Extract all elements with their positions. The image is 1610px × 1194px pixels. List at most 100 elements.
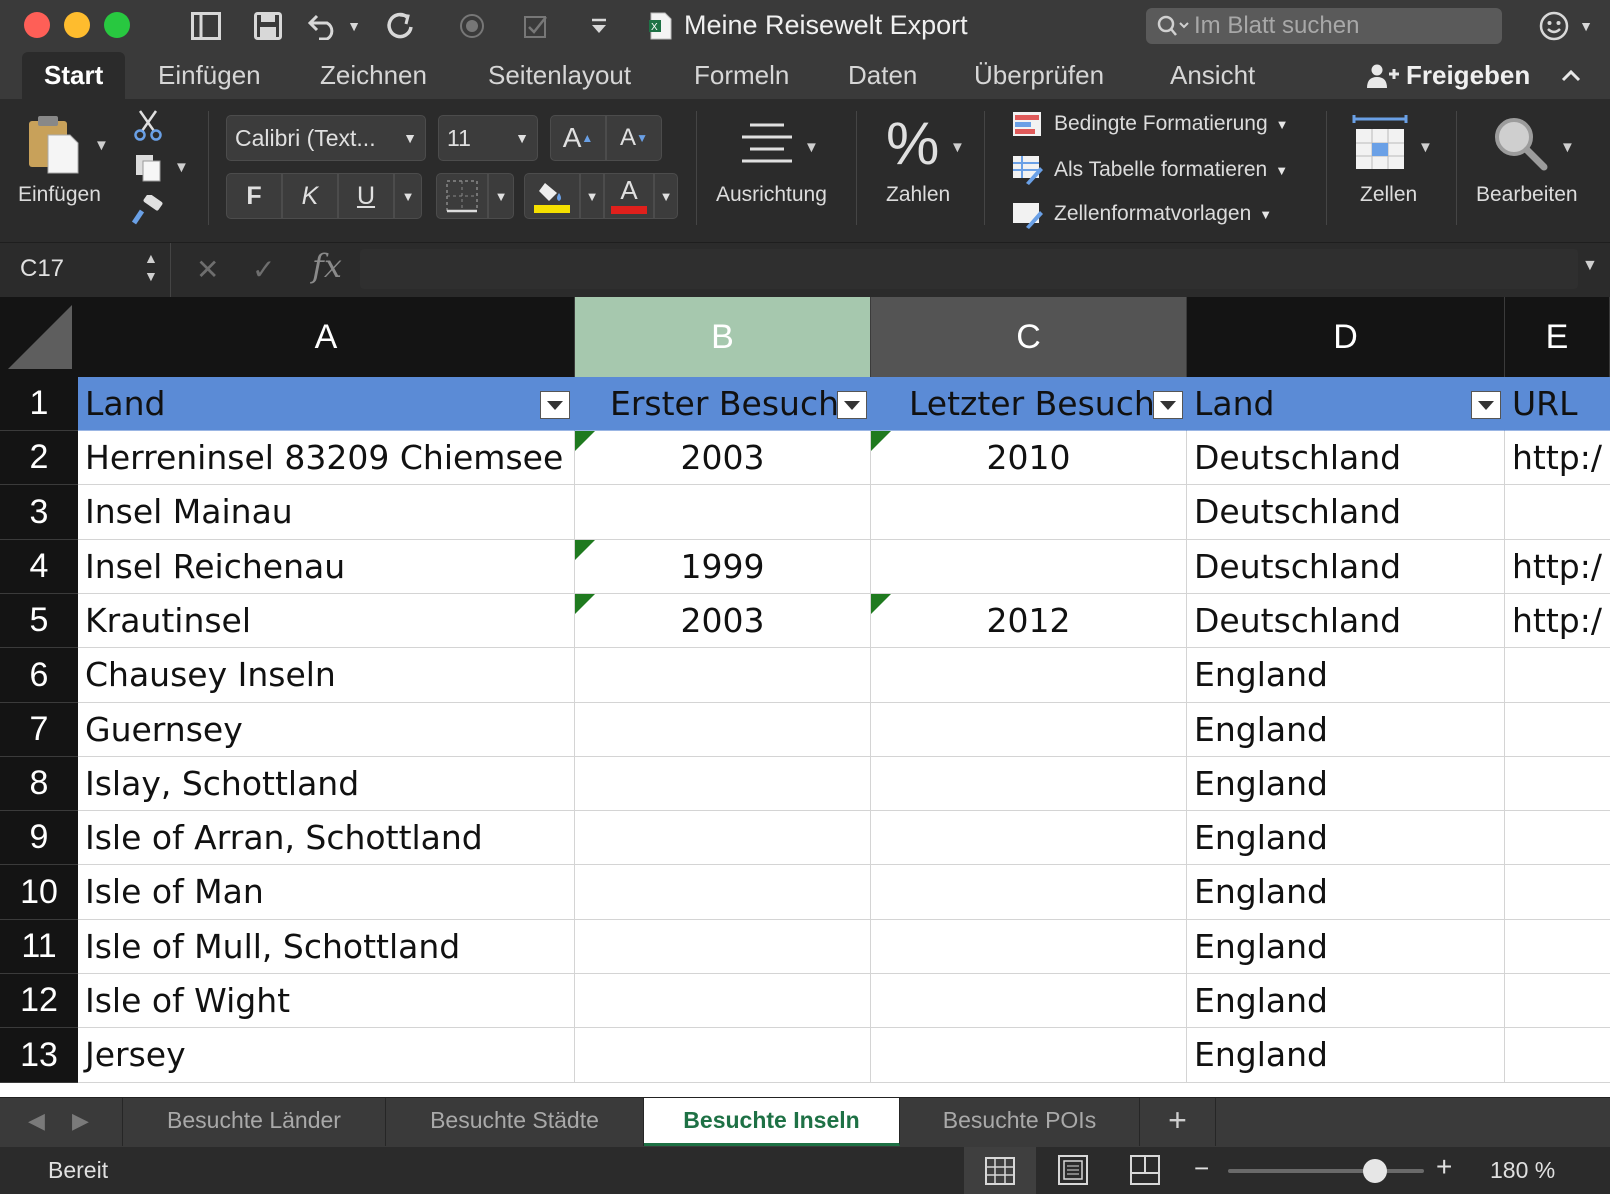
cell-a[interactable]: Chausey Inseln	[78, 648, 575, 703]
customize-toolbar-icon[interactable]	[584, 8, 614, 44]
cell-e[interactable]	[1505, 920, 1610, 974]
insert-function-icon[interactable]: fx	[312, 247, 342, 285]
cell-b[interactable]	[575, 757, 871, 811]
cell-d[interactable]: Deutschland	[1187, 485, 1505, 540]
tab-ueberpruefen[interactable]: Überprüfen	[974, 52, 1104, 99]
cell-e[interactable]	[1505, 974, 1610, 1028]
cell-c[interactable]	[871, 1028, 1187, 1083]
header-cell-land-2[interactable]: Land	[1187, 377, 1505, 431]
cell-e[interactable]	[1505, 811, 1610, 865]
row-header[interactable]: 12	[0, 974, 78, 1028]
tab-zeichnen[interactable]: Zeichnen	[320, 52, 427, 99]
editing-dropdown-icon[interactable]: ▼	[1560, 139, 1575, 156]
cell-c[interactable]	[871, 648, 1187, 703]
cell-d[interactable]: Deutschland	[1187, 540, 1505, 594]
cell-c[interactable]	[871, 757, 1187, 811]
row-header[interactable]: 5	[0, 594, 78, 648]
italic-button[interactable]: K	[282, 173, 338, 219]
normal-view-button[interactable]	[964, 1147, 1036, 1194]
filter-dropdown-icon[interactable]	[540, 391, 570, 419]
row-header[interactable]: 8	[0, 757, 78, 811]
cell-a[interactable]: Isle of Mull, Schottland	[78, 920, 575, 974]
zoom-in-icon[interactable]: +	[1436, 1151, 1452, 1183]
undo-icon[interactable]	[304, 8, 344, 44]
cells-icon[interactable]	[1350, 113, 1410, 178]
sidebar-toggle-icon[interactable]	[186, 8, 226, 44]
format-painter-icon[interactable]	[130, 193, 164, 232]
row-header[interactable]: 9	[0, 811, 78, 865]
row-header[interactable]: 7	[0, 703, 78, 757]
cell-d[interactable]: England	[1187, 811, 1505, 865]
cell-b[interactable]	[575, 811, 871, 865]
filter-dropdown-icon[interactable]	[1471, 391, 1501, 419]
cell-d[interactable]: Deutschland	[1187, 594, 1505, 648]
cell-d[interactable]: England	[1187, 1028, 1505, 1083]
maximize-window-button[interactable]	[104, 12, 130, 38]
cell-a[interactable]: Krautinsel	[78, 594, 575, 648]
cells-dropdown-icon[interactable]: ▼	[1418, 139, 1433, 156]
previous-sheet-icon[interactable]: ◀	[28, 1108, 45, 1134]
row-header[interactable]: 2	[0, 431, 78, 485]
column-header-e[interactable]: E	[1505, 297, 1610, 377]
sheet-tab-besuchte-pois[interactable]: Besuchte POIs	[900, 1098, 1140, 1146]
zoom-slider-thumb[interactable]	[1363, 1159, 1387, 1183]
tab-einfuegen[interactable]: Einfügen	[158, 52, 261, 99]
header-cell-land[interactable]: Land	[78, 377, 575, 431]
cell-e[interactable]: http:/	[1505, 431, 1610, 485]
cell-e[interactable]: http:/	[1505, 594, 1610, 648]
cell-c[interactable]	[871, 485, 1187, 540]
fill-color-button[interactable]	[524, 173, 580, 219]
header-cell-erster-besuch[interactable]: Erster Besuch	[575, 377, 871, 431]
cell-a[interactable]: Isle of Arran, Schottland	[78, 811, 575, 865]
alignment-dropdown-icon[interactable]: ▼	[804, 139, 819, 156]
format-as-table-button[interactable]: Als Tabelle formatieren ▼	[1012, 155, 1288, 185]
cell-b[interactable]	[575, 1028, 871, 1083]
sheet-tab-besuchte-laender[interactable]: Besuchte Länder	[122, 1098, 386, 1146]
cell-b[interactable]: 2003	[575, 594, 871, 648]
font-color-button[interactable]: A	[604, 173, 654, 219]
close-window-button[interactable]	[24, 12, 50, 38]
spreadsheet-grid[interactable]: A B C D E 1 Land Erster Besuch Letzter B…	[0, 297, 1610, 1097]
column-header-a[interactable]: A	[78, 297, 575, 377]
undo-dropdown-icon[interactable]: ▼	[344, 8, 364, 44]
cell-a[interactable]: Insel Reichenau	[78, 540, 575, 594]
cell-b[interactable]	[575, 485, 871, 540]
checkbox-icon[interactable]	[516, 8, 556, 44]
sheet-search-box[interactable]: Im Blatt suchen	[1146, 8, 1502, 44]
zoom-out-icon[interactable]: −	[1194, 1153, 1209, 1184]
cell-c[interactable]	[871, 811, 1187, 865]
tab-start[interactable]: Start	[22, 52, 126, 99]
row-header[interactable]: 4	[0, 540, 78, 594]
cell-e[interactable]	[1505, 1028, 1610, 1083]
cell-c[interactable]	[871, 865, 1187, 920]
cell-d[interactable]: England	[1187, 920, 1505, 974]
cancel-edit-icon[interactable]: ✕	[196, 253, 219, 286]
cell-d[interactable]: Deutschland	[1187, 431, 1505, 485]
font-size-dropdown[interactable]: 11 ▼	[438, 115, 538, 161]
cell-a[interactable]: Isle of Wight	[78, 974, 575, 1028]
filter-dropdown-icon[interactable]	[1153, 391, 1183, 419]
shrink-font-button[interactable]: A ▼	[606, 115, 662, 161]
cut-icon[interactable]	[132, 109, 164, 146]
cell-e[interactable]	[1505, 648, 1610, 703]
share-button[interactable]: Freigeben	[1366, 52, 1530, 99]
tab-seitenlayout[interactable]: Seitenlayout	[488, 52, 631, 99]
paste-icon[interactable]	[26, 113, 82, 180]
tab-daten[interactable]: Daten	[848, 52, 917, 99]
alignment-icon[interactable]	[740, 121, 794, 170]
cell-d[interactable]: England	[1187, 703, 1505, 757]
collapse-ribbon-icon[interactable]	[1560, 52, 1590, 99]
cell-b[interactable]	[575, 920, 871, 974]
borders-dropdown-icon[interactable]: ▼	[488, 173, 514, 219]
record-macro-icon[interactable]	[452, 8, 492, 44]
column-header-c[interactable]: C	[871, 297, 1187, 377]
tab-formeln[interactable]: Formeln	[694, 52, 789, 99]
column-header-d[interactable]: D	[1187, 297, 1505, 377]
header-cell-url[interactable]: URL	[1505, 377, 1610, 431]
save-icon[interactable]	[248, 8, 288, 44]
cell-b[interactable]	[575, 648, 871, 703]
font-color-dropdown-icon[interactable]: ▼	[654, 173, 678, 219]
add-sheet-button[interactable]: +	[1140, 1098, 1216, 1146]
magnifier-icon[interactable]	[1492, 115, 1548, 176]
cell-b[interactable]	[575, 865, 871, 920]
